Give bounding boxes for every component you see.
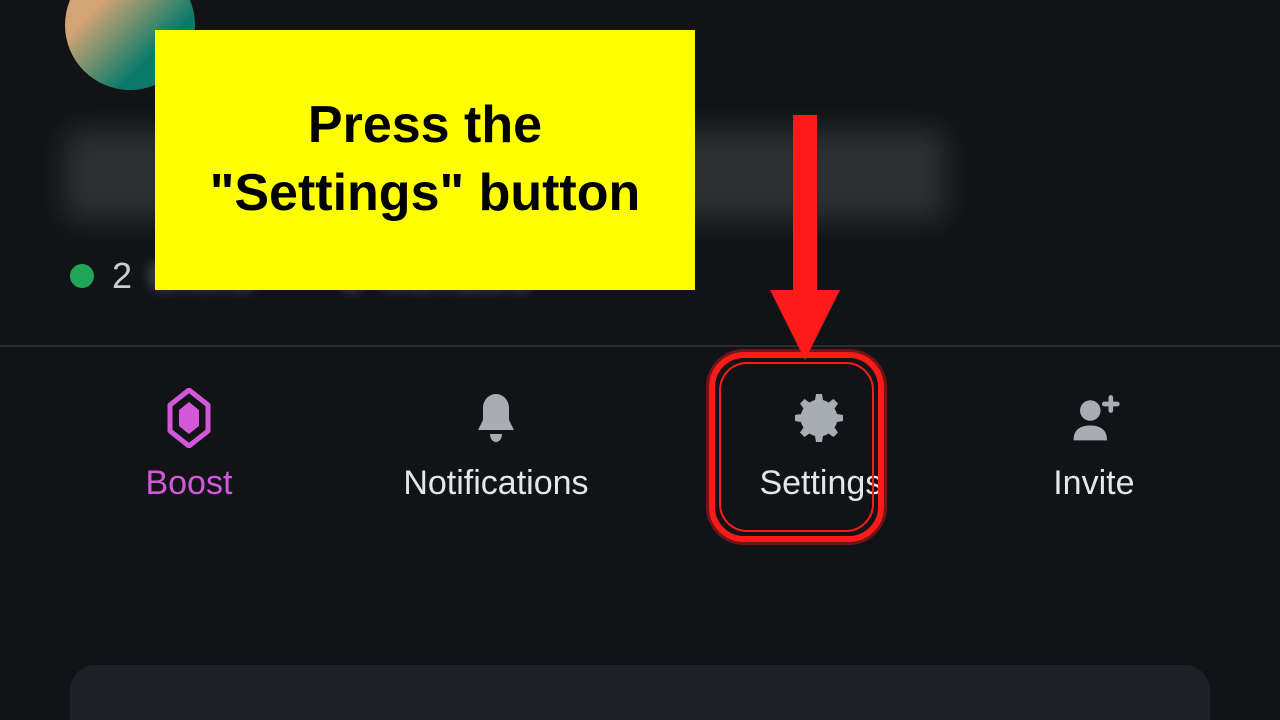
settings-button[interactable]: Settings xyxy=(739,370,902,523)
callout-line2: "Settings" button xyxy=(210,164,641,222)
notifications-button[interactable]: Notifications xyxy=(383,370,608,523)
settings-highlight-annotation xyxy=(709,352,884,542)
online-count: 2 xyxy=(112,255,132,297)
boost-label: Boost xyxy=(145,464,232,503)
instruction-callout: Press the "Settings" button xyxy=(155,30,695,290)
person-plus-icon xyxy=(1066,390,1122,446)
boost-icon xyxy=(161,390,217,446)
bell-icon xyxy=(468,390,524,446)
settings-label: Settings xyxy=(759,464,882,503)
callout-line1: Press the xyxy=(308,96,542,154)
gear-icon xyxy=(793,390,849,446)
invite-button[interactable]: Invite xyxy=(1033,370,1154,523)
invite-label: Invite xyxy=(1053,464,1134,503)
server-actions-row: Boost Notifications Settings Invite xyxy=(0,370,1280,523)
section-divider xyxy=(0,345,1280,347)
online-status-dot xyxy=(70,264,94,288)
notifications-label: Notifications xyxy=(403,464,588,503)
content-card xyxy=(70,665,1210,720)
boost-button[interactable]: Boost xyxy=(125,370,252,523)
